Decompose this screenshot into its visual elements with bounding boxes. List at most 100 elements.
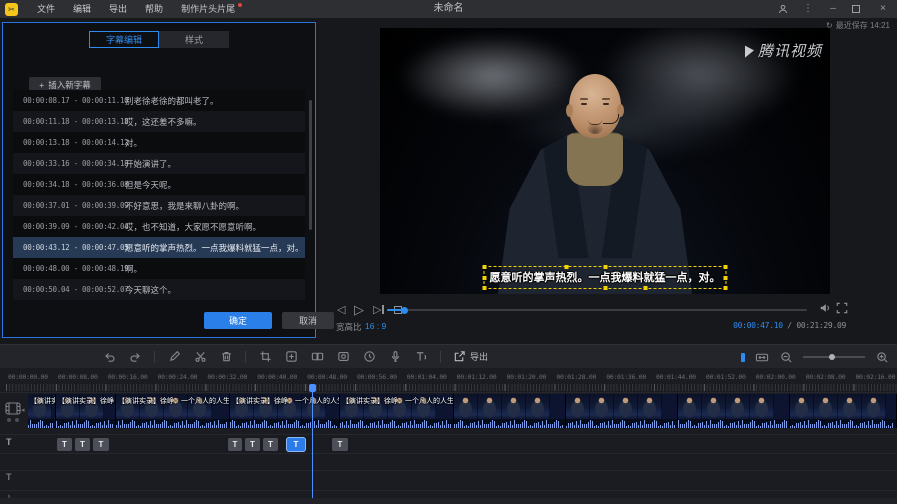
subtitle-row[interactable]: 00:00:34.18 - 00:00:36.08但是今天呢。: [13, 174, 305, 195]
subtitle-overlay-selected[interactable]: 愿意听的掌声热烈。一点我爆料就猛一点，对。: [484, 266, 727, 289]
video-clip[interactable]: 【演讲实录】徐峥：一个凡人的人生思考: [340, 394, 454, 428]
timeline-ruler[interactable]: 00:00:00.0000:00:08.0000:00:16.0000:00:2…: [0, 368, 897, 392]
clip-thumbnail: [838, 394, 862, 419]
selection-handle[interactable]: [724, 265, 728, 269]
text-to-speech-icon[interactable]: [414, 350, 428, 364]
selection-handle[interactable]: [564, 265, 568, 269]
video-clip[interactable]: 【演讲实录】徐峥：一个凡人的人生思考: [116, 394, 230, 428]
track-separator: [0, 434, 897, 435]
subtitle-row[interactable]: 00:00:48.00 - 00:00:48.19啊。: [13, 258, 305, 279]
maximize-icon: [852, 5, 860, 13]
subtitle-block[interactable]: T: [228, 438, 242, 451]
subtitle-row[interactable]: 00:00:08.17 - 00:00:11.10别老徐老徐的都叫老了。: [13, 90, 305, 111]
crop-icon[interactable]: [258, 350, 272, 364]
subtitle-block[interactable]: T: [245, 438, 260, 451]
close-button[interactable]: ×: [877, 0, 889, 18]
fullscreen-icon[interactable]: [836, 302, 848, 319]
subtitle-row[interactable]: 00:00:11.18 - 00:00:13.18哎，这还差不多嘛。: [13, 111, 305, 132]
account-icon[interactable]: [777, 4, 789, 14]
subtitle-block[interactable]: T: [57, 438, 72, 451]
delete-trash-icon[interactable]: [219, 350, 233, 364]
selection-handle[interactable]: [603, 265, 607, 269]
clip-thumbnail: [566, 394, 590, 419]
subtitle-block[interactable]: T: [332, 438, 348, 451]
video-clip[interactable]: 【演讲实录】徐峥：: [56, 394, 116, 428]
playhead[interactable]: [312, 384, 313, 498]
subtitle-row[interactable]: 00:00:50.04 - 00:00:52.07今天聊这个。: [13, 279, 305, 300]
subtitle-block[interactable]: T: [75, 438, 90, 451]
edit-pencil-icon[interactable]: [167, 350, 181, 364]
prev-frame-button[interactable]: ◁: [337, 302, 345, 318]
split-scissors-icon[interactable]: [193, 350, 207, 364]
menu-help[interactable]: 帮助: [136, 0, 172, 18]
play-button[interactable]: ▷: [354, 302, 364, 318]
subtitle-row-time: 00:00:50.04 - 00:00:52.07: [13, 285, 113, 294]
selection-handle[interactable]: [603, 286, 607, 290]
horizontal-scrollbar[interactable]: [0, 498, 897, 504]
seek-knob[interactable]: [401, 307, 408, 314]
headset-mic: [603, 114, 619, 124]
seek-bar[interactable]: [387, 309, 807, 311]
redo-icon[interactable]: [128, 350, 142, 364]
timeline-zoom-slider[interactable]: [803, 356, 865, 358]
next-frame-button[interactable]: ▷: [373, 302, 384, 318]
tab-subtitle-edit[interactable]: 字幕编辑: [89, 31, 159, 48]
timeline-zoom-knob[interactable]: [829, 354, 835, 360]
maximize-button[interactable]: [852, 5, 864, 13]
marker-icon[interactable]: [741, 353, 745, 362]
fit-timeline-icon[interactable]: [755, 350, 769, 364]
subtitle-panel-buttons: 确定 取消: [3, 312, 315, 329]
menu-export[interactable]: 导出: [100, 0, 136, 18]
aspect-ratio-dropdown[interactable]: 16 : 9: [365, 321, 386, 331]
subtitle-row[interactable]: 00:00:43.12 - 00:00:47.05愿意听的掌声热烈。一点我爆料就…: [13, 237, 305, 258]
selection-handle[interactable]: [483, 265, 487, 269]
video-clip[interactable]: 【演讲实: [28, 394, 56, 428]
undo-icon[interactable]: [102, 350, 116, 364]
selection-handle[interactable]: [483, 286, 487, 290]
subtitle-list-scrollbar[interactable]: [309, 100, 312, 230]
confirm-button[interactable]: 确定: [204, 312, 272, 329]
speed-clock-icon[interactable]: [362, 350, 376, 364]
video-preview[interactable]: 腾讯视频 愿意听的掌声热烈。一点我爆料就猛一点，对。: [380, 28, 830, 294]
subtitle-block[interactable]: T: [93, 438, 109, 451]
menu-bar: 文件 编辑 导出 帮助 制作片头片尾: [28, 0, 244, 18]
track-toggle-icon[interactable]: [15, 418, 19, 422]
collapse-track-icon[interactable]: ◂: [21, 406, 25, 414]
menu-make-intro-outro[interactable]: 制作片头片尾: [172, 0, 244, 18]
menu-file[interactable]: 文件: [28, 0, 64, 18]
volume-icon[interactable]: [819, 302, 831, 319]
export-button[interactable]: 导出: [453, 350, 488, 363]
subtitle-block-selected[interactable]: T: [287, 438, 305, 451]
selection-handle[interactable]: [483, 276, 487, 280]
subtitle-block[interactable]: T: [263, 438, 278, 451]
video-clip[interactable]: 【演讲实录】徐峥：一个凡人的人生思考: [230, 394, 340, 428]
more-icon[interactable]: ⋮: [802, 0, 814, 18]
turtleneck-sweater: [567, 134, 623, 186]
transition-icon[interactable]: [310, 350, 324, 364]
subtitle-row[interactable]: 00:00:33.16 - 00:00:34.18开始演讲了。: [13, 153, 305, 174]
app-logo-icon[interactable]: ✂: [5, 3, 18, 16]
menu-edit[interactable]: 编辑: [64, 0, 100, 18]
play-logo-icon: [745, 44, 754, 57]
ruler-label: 00:00:48.00: [307, 373, 347, 381]
zoom-out-icon[interactable]: [779, 350, 793, 364]
video-clip[interactable]: [678, 394, 790, 428]
subtitle-row[interactable]: 00:00:37.01 - 00:00:39.09不好意思，我是来聊八卦的啊。: [13, 195, 305, 216]
freeze-frame-icon[interactable]: [336, 350, 350, 364]
text-track-icon[interactable]: T: [6, 472, 12, 482]
tab-style[interactable]: 样式: [159, 31, 229, 48]
add-clip-icon[interactable]: [284, 350, 298, 364]
video-clip[interactable]: [790, 394, 897, 428]
video-clip[interactable]: [566, 394, 678, 428]
selection-handle[interactable]: [644, 286, 648, 290]
minimize-button[interactable]: –: [827, 0, 839, 18]
selection-handle[interactable]: [724, 286, 728, 290]
record-mic-icon[interactable]: [388, 350, 402, 364]
subtitle-row[interactable]: 00:00:39.09 - 00:00:42.04哎，也不知道，大家愿不愿意听啊…: [13, 216, 305, 237]
selection-handle[interactable]: [724, 276, 728, 280]
subtitle-row[interactable]: 00:00:13.18 - 00:00:14.12对。: [13, 132, 305, 153]
zoom-in-icon[interactable]: [875, 350, 889, 364]
video-clip[interactable]: [454, 394, 566, 428]
track-toggle-icon[interactable]: [7, 418, 11, 422]
audio-waveform: [678, 419, 789, 428]
